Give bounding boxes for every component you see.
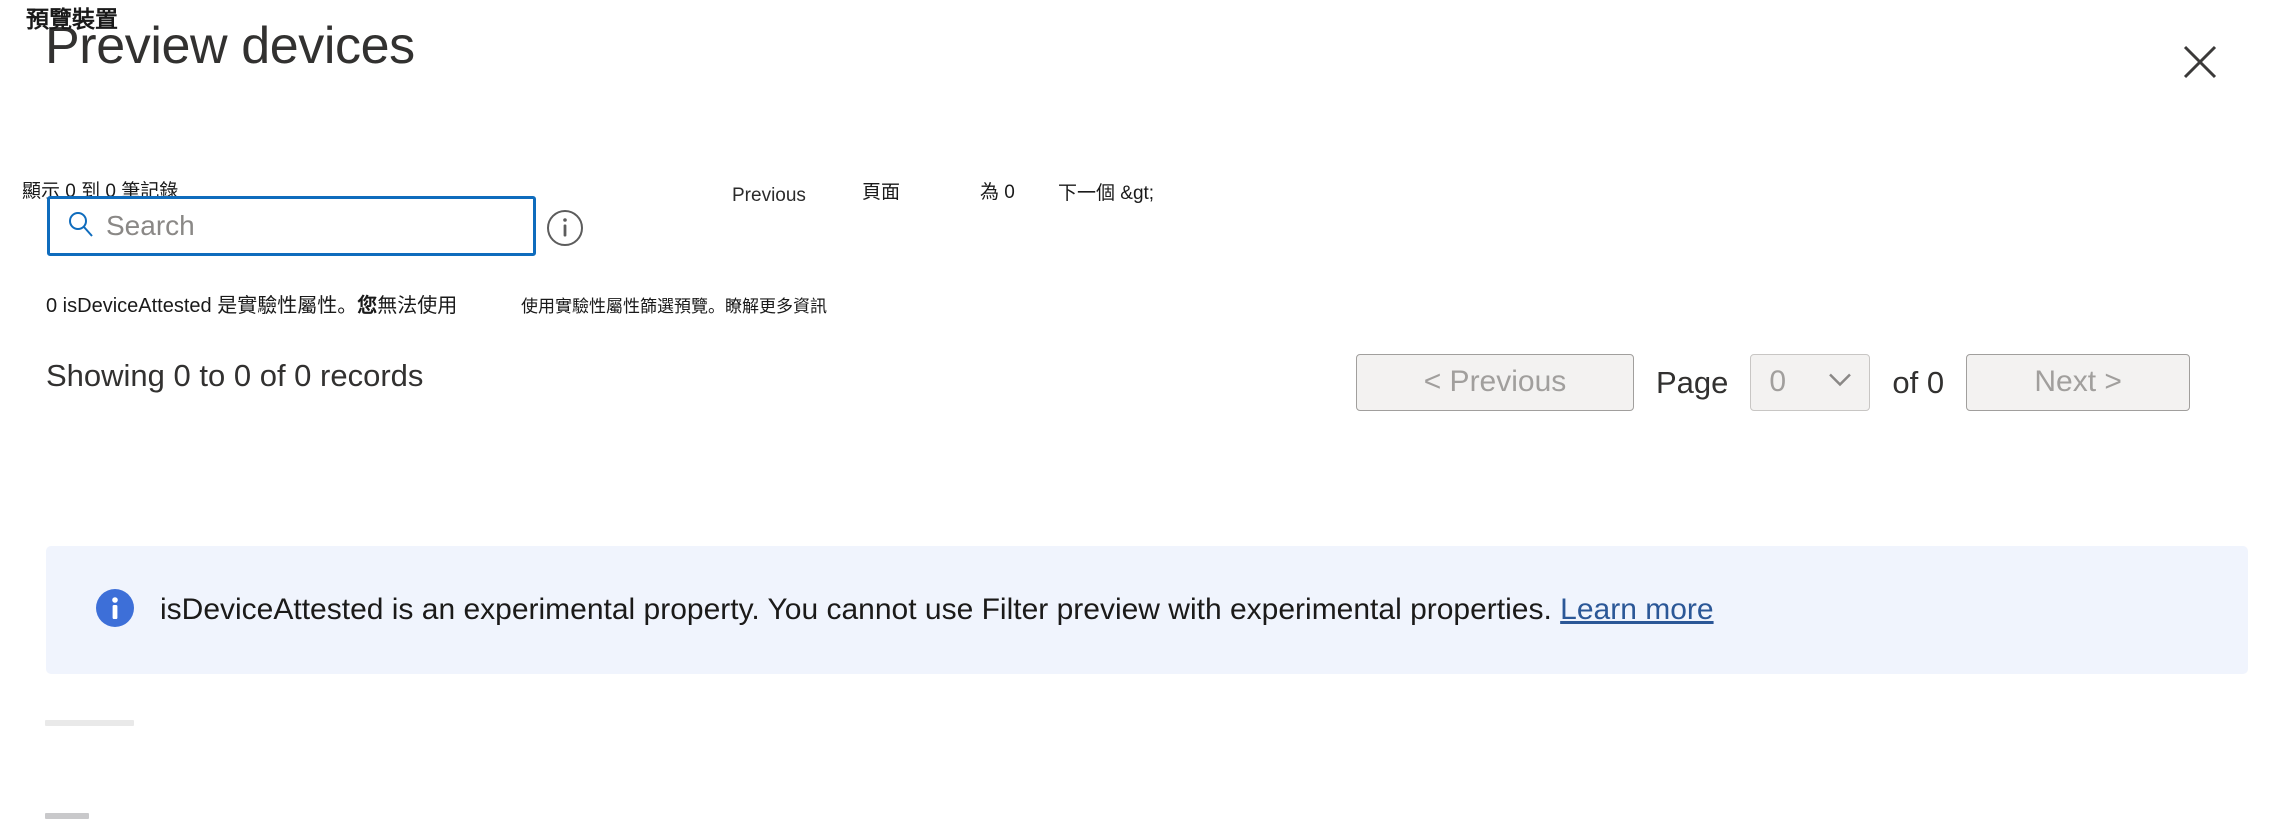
- records-count-label: Showing 0 to 0 of 0 records: [46, 358, 424, 393]
- info-banner-text: isDeviceAttested is an experimental prop…: [160, 592, 1714, 628]
- close-button[interactable]: [2168, 30, 2232, 94]
- search-icon: [66, 209, 96, 244]
- info-circle-filled-icon: [92, 585, 138, 636]
- chevron-down-icon: [1825, 370, 1855, 395]
- info-banner: isDeviceAttested is an experimental prop…: [46, 546, 2248, 674]
- skeleton-line-2: [45, 813, 89, 819]
- info-circle-outline-icon[interactable]: [546, 209, 584, 247]
- info-banner-message: isDeviceAttested is an experimental prop…: [160, 593, 1552, 626]
- overlay-page: 頁面: [862, 182, 901, 203]
- page-label: Page: [1656, 364, 1729, 400]
- overlay-previous: Previous: [732, 185, 806, 206]
- search-box[interactable]: [47, 196, 536, 256]
- pagination-controls: < Previous Page 0 of 0 Next >: [1356, 352, 2191, 412]
- overlay-experimental-second: 使用實驗性屬性篩選預覽。瞭解更多資訊: [521, 297, 827, 316]
- overlay-experimental-prefix: 0 isDeviceAttested: [46, 295, 212, 317]
- page-number-select[interactable]: 0: [1750, 353, 1871, 411]
- skeleton-line-1: [45, 720, 134, 726]
- page-total-label: of 0: [1892, 364, 1945, 400]
- search-field-wrapper: [47, 196, 536, 256]
- overlay-experimental-rest: 是實驗性屬性。: [217, 295, 358, 317]
- overlay-next: 下一個 &gt;: [1058, 183, 1155, 204]
- search-input[interactable]: [106, 199, 533, 253]
- next-page-button[interactable]: Next >: [1966, 353, 2191, 411]
- page-number-value: 0: [1769, 365, 1787, 398]
- overlay-experimental-tail: 無法使用: [377, 295, 458, 317]
- overlay-experimental-bold: 您: [357, 295, 378, 317]
- overlay-experimental-message: 0 isDeviceAttested 是實驗性屬性。您無法使用: [46, 296, 457, 316]
- page-title-translation-overlay: 預覽裝置: [26, 6, 118, 32]
- previous-page-button[interactable]: < Previous: [1356, 353, 1634, 411]
- overlay-of: 為 0: [980, 182, 1015, 203]
- learn-more-link[interactable]: Learn more: [1560, 593, 1713, 626]
- close-icon: [2182, 44, 2218, 80]
- preview-devices-panel: Preview devices 預覽裝置 顯示 0 到 0 筆記錄 Previo…: [0, 0, 2280, 836]
